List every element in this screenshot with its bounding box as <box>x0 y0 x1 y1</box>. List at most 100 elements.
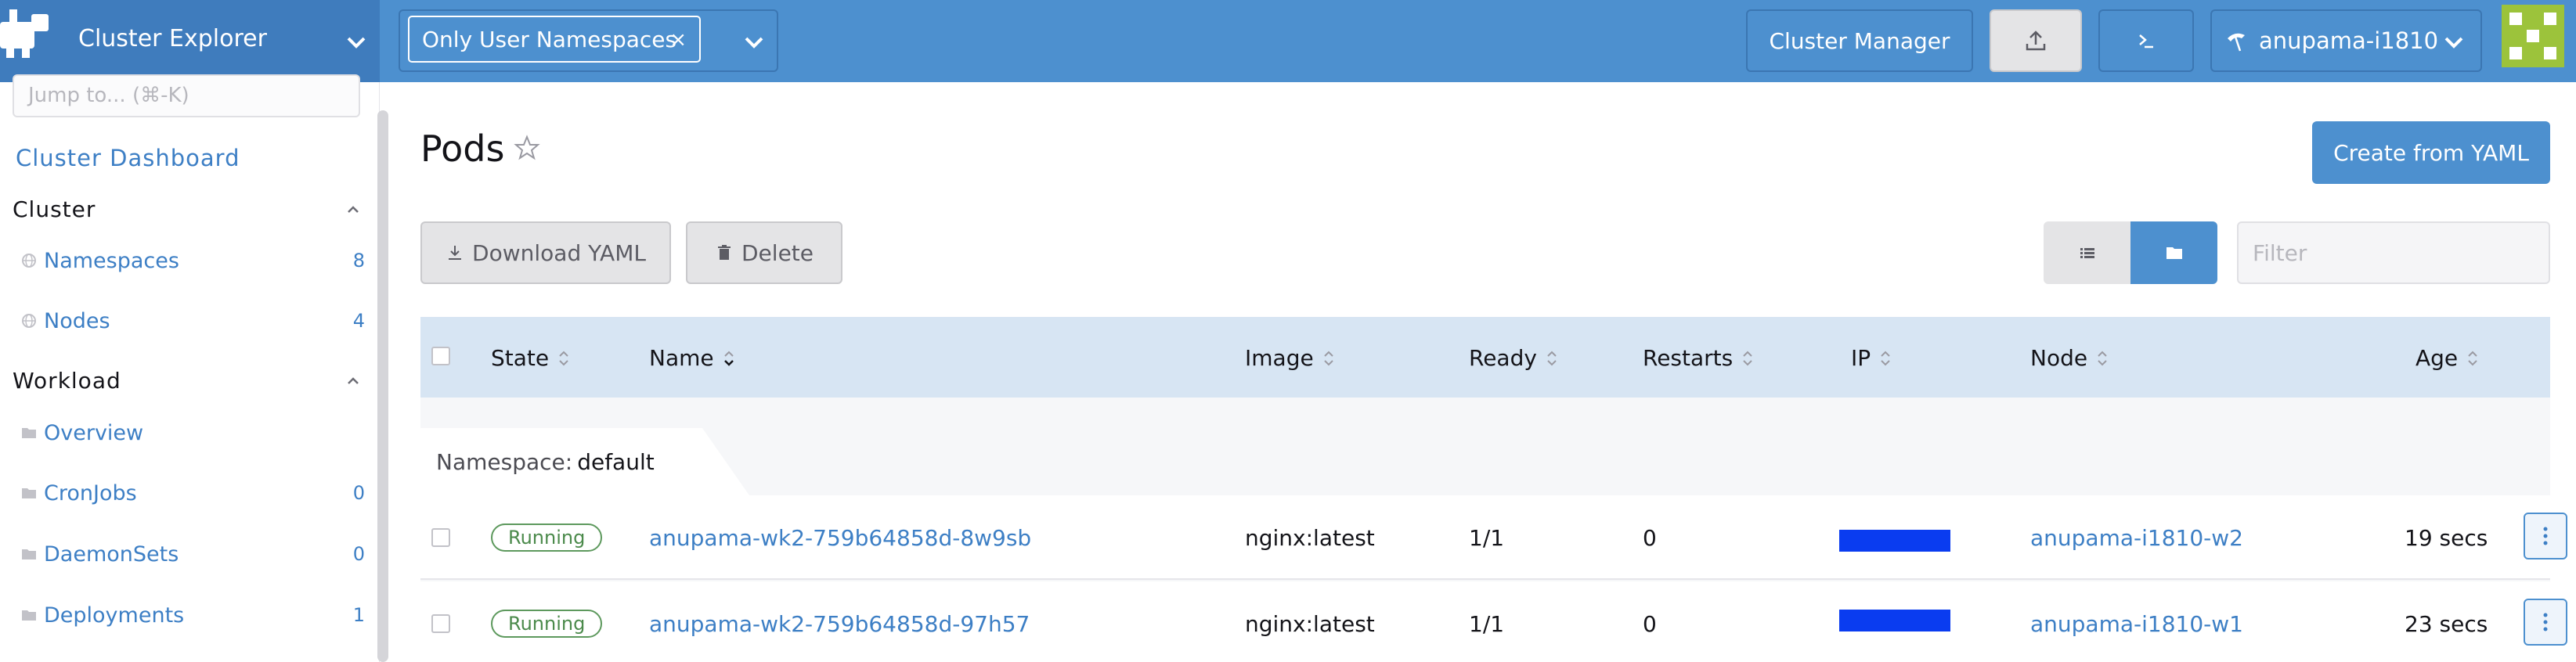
cluster-switcher[interactable]: anupama-i1810 <box>2210 9 2482 72</box>
chevron-up-icon[interactable] <box>345 372 362 390</box>
namespace-group-label: Namespace: <box>436 448 573 475</box>
import-yaml-button[interactable] <box>1990 9 2082 72</box>
chevron-up-icon[interactable] <box>345 201 362 218</box>
app-title: Cluster Explorer <box>78 25 267 52</box>
sidebar-item-overview[interactable]: Overview <box>20 417 365 448</box>
chevron-down-icon[interactable] <box>342 28 370 56</box>
jump-to-placeholder: Jump to... (⌘-K) <box>28 84 189 107</box>
column-header-label: Node <box>2030 345 2088 371</box>
download-yaml-button[interactable]: Download YAML <box>420 221 671 284</box>
list-icon <box>2080 248 2094 258</box>
kebab-menu-icon <box>2543 613 2548 631</box>
column-header-node[interactable]: Node <box>2030 345 2109 371</box>
page-title: Pods <box>420 128 505 170</box>
sort-icon <box>1881 351 1890 365</box>
delete-button[interactable]: Delete <box>686 221 842 284</box>
pod-name-link[interactable]: anupama-wk2-759b64858d-8w9sb <box>649 525 1031 551</box>
sort-icon <box>2468 351 2477 365</box>
folder-icon <box>2166 247 2182 259</box>
column-header-image[interactable]: Image <box>1245 345 1336 371</box>
create-from-yaml-button[interactable]: Create from YAML <box>2312 121 2550 184</box>
sidebar-item-namespaces[interactable]: Namespaces 8 <box>20 245 365 276</box>
column-header-state[interactable]: State <box>491 345 571 371</box>
table-row[interactable]: Running anupama-wk2-759b64858d-97h57 ngi… <box>420 581 2567 662</box>
sort-icon <box>1323 351 1333 365</box>
cluster-explorer-menu[interactable]: Cluster Explorer <box>0 0 380 82</box>
column-header-label: State <box>491 345 550 371</box>
row-actions-button[interactable] <box>2524 599 2567 646</box>
table-row[interactable]: Running anupama-wk2-759b64858d-8w9sb ngi… <box>420 495 2567 580</box>
sort-icon <box>1743 351 1752 365</box>
select-all-checkbox[interactable] <box>431 347 450 365</box>
column-header-ready[interactable]: Ready <box>1469 345 1559 371</box>
sort-icon <box>1547 351 1557 365</box>
pod-node-link[interactable]: anupama-i1810-w2 <box>2030 525 2243 551</box>
sidebar-item-nodes[interactable]: Nodes 4 <box>20 305 365 336</box>
pod-ip-redacted <box>1839 610 1950 631</box>
user-avatar[interactable] <box>2502 5 2564 67</box>
delete-label: Delete <box>741 239 814 266</box>
trash-icon <box>718 245 731 260</box>
namespace-filter-label: Only User Namespaces <box>422 26 677 52</box>
chip-remove-icon[interactable]: × <box>669 28 687 52</box>
cluster-manager-button[interactable]: Cluster Manager <box>1746 9 1973 72</box>
pod-restarts: 0 <box>1643 525 1657 551</box>
row-actions-button[interactable] <box>2524 513 2567 559</box>
column-header-restarts[interactable]: Restarts <box>1643 345 1755 371</box>
cluster-name: anupama-i1810 <box>2259 27 2439 54</box>
sidebar-item-count: 0 <box>352 543 365 565</box>
sidebar-group-workload[interactable]: Workload <box>13 368 121 394</box>
star-icon[interactable] <box>513 134 541 162</box>
namespace-group-value: default <box>577 448 655 475</box>
filter-placeholder: Filter <box>2253 239 2307 266</box>
main-content: Pods Create from YAML Download YAML Dele… <box>389 82 2576 662</box>
sort-icon <box>559 351 568 365</box>
list-view-button[interactable] <box>2044 221 2130 284</box>
sidebar-item-cronjobs[interactable]: CronJobs 0 <box>20 477 365 509</box>
group-by-namespace-button[interactable] <box>2130 221 2217 284</box>
column-header-ip[interactable]: IP <box>1851 345 1892 371</box>
jump-to-input[interactable]: Jump to... (⌘-K) <box>13 74 360 117</box>
sidebar-scrollbar[interactable] <box>377 110 388 662</box>
pod-age: 19 secs <box>2405 525 2488 551</box>
column-header-label: Name <box>649 345 714 371</box>
sidebar-group-cluster[interactable]: Cluster <box>13 196 96 222</box>
sidebar-item-label: DaemonSets <box>44 541 179 567</box>
pod-image: nginx:latest <box>1245 525 1375 551</box>
column-header-label: IP <box>1851 345 1871 371</box>
pods-table: State Name Image Ready Restarts IP Node … <box>420 317 2567 662</box>
column-header-name[interactable]: Name <box>649 345 736 371</box>
download-yaml-label: Download YAML <box>472 239 646 266</box>
rancher-logo-icon <box>0 9 49 58</box>
pod-ready: 1/1 <box>1469 525 1505 551</box>
namespace-filter[interactable]: Only User Namespaces × <box>399 9 778 72</box>
globe-icon <box>22 254 36 268</box>
pod-name-link[interactable]: anupama-wk2-759b64858d-97h57 <box>649 611 1030 637</box>
filter-input[interactable]: Filter <box>2237 221 2550 284</box>
sidebar-item-label: CronJobs <box>44 480 137 505</box>
column-header-label: Image <box>1245 345 1314 371</box>
column-header-age[interactable]: Age <box>2415 345 2480 371</box>
pod-image: nginx:latest <box>1245 611 1375 637</box>
sort-icon <box>2098 351 2107 365</box>
kubectl-shell-button[interactable] <box>2098 9 2194 72</box>
namespace-filter-chip[interactable]: Only User Namespaces × <box>408 16 701 63</box>
sidebar-item-count: 4 <box>352 310 365 332</box>
row-checkbox[interactable] <box>431 614 450 633</box>
sidebar-item-count: 8 <box>352 250 365 272</box>
table-header: State Name Image Ready Restarts IP Node … <box>420 317 2550 398</box>
cluster-flag-icon <box>2228 33 2245 52</box>
folder-icon <box>22 428 36 438</box>
pod-age: 23 secs <box>2405 611 2488 637</box>
sidebar-item-daemonsets[interactable]: DaemonSets 0 <box>20 538 365 570</box>
row-checkbox[interactable] <box>431 528 450 547</box>
sidebar-item-deployments[interactable]: Deployments 1 <box>20 599 365 631</box>
kebab-menu-icon <box>2543 527 2548 545</box>
column-header-label: Restarts <box>1643 345 1734 371</box>
folder-icon <box>22 488 36 498</box>
download-icon <box>449 246 462 260</box>
sidebar-item-label: Nodes <box>44 308 110 333</box>
pod-node-link[interactable]: anupama-i1810-w1 <box>2030 611 2243 637</box>
chevron-down-icon[interactable] <box>740 28 768 56</box>
cluster-dashboard-link[interactable]: Cluster Dashboard <box>16 145 240 171</box>
